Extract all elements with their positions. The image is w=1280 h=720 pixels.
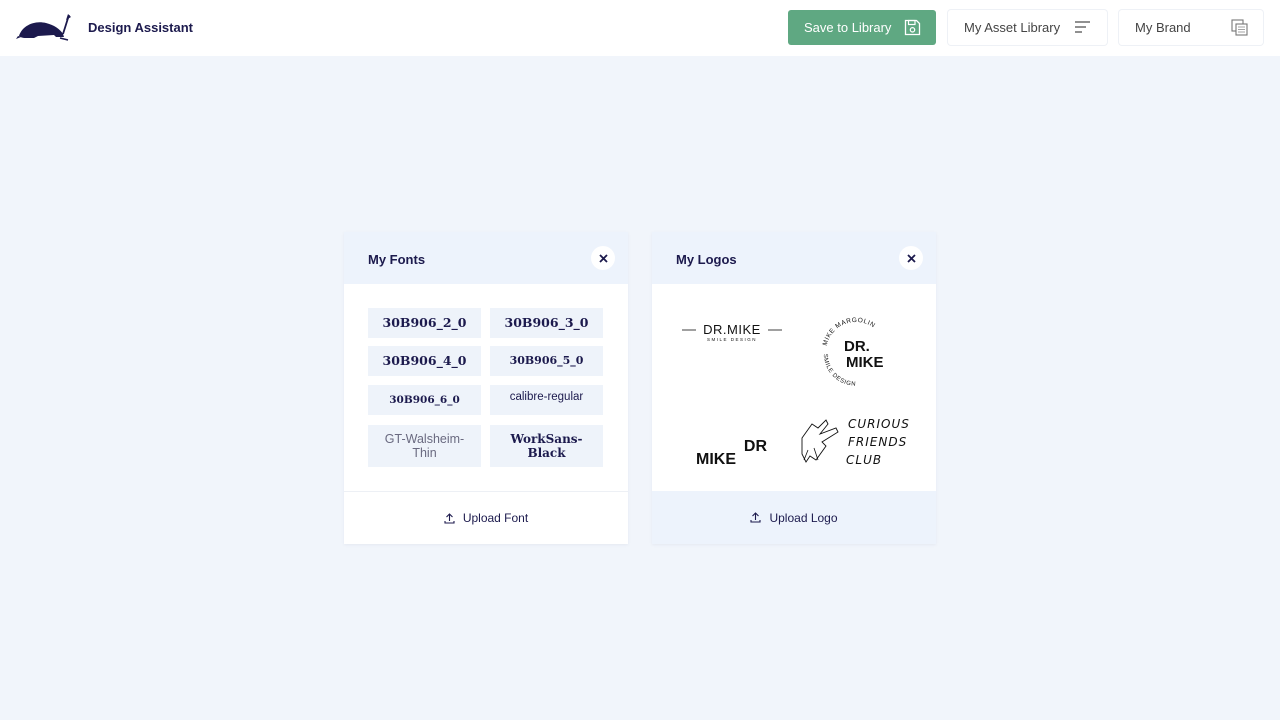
my-brand-label: My Brand — [1135, 20, 1191, 35]
font-item[interactable]: 30B906_3_0 — [490, 308, 603, 338]
svg-text:CURIOUS: CURIOUS — [848, 417, 910, 431]
upload-font-label: Upload Font — [462, 511, 529, 525]
my-asset-library-button[interactable]: My Asset Library — [948, 10, 1107, 45]
close-fonts-button[interactable] — [591, 246, 615, 270]
logo-dr-mike-circle[interactable]: MIKE MARGOLIN SMILE DESIGN DR. MIKE — [796, 312, 916, 392]
my-logos-header: My Logos — [652, 232, 936, 284]
upload-font-button[interactable]: Upload Font — [344, 491, 628, 544]
font-item[interactable]: 30B906_2_0 — [368, 308, 481, 338]
logo-dr-mike-stacked[interactable]: DR MIKE — [672, 410, 792, 490]
svg-text:DR: DR — [744, 438, 768, 455]
save-to-library-label: Save to Library — [804, 20, 892, 35]
filter-lines-icon — [1075, 21, 1090, 33]
upload-logo-button[interactable]: Upload Logo — [652, 491, 936, 544]
font-item[interactable]: WorkSans-Black — [490, 425, 603, 467]
font-item[interactable]: 30B906_5_0 — [490, 346, 603, 376]
upload-icon — [444, 512, 455, 524]
close-logos-button[interactable] — [899, 246, 923, 270]
floppy-disk-icon — [904, 19, 921, 36]
font-item[interactable]: 30B906_6_0 — [368, 385, 481, 415]
save-to-library-button[interactable]: Save to Library — [788, 10, 936, 45]
logo-curious-friends-club[interactable]: CURIOUS FRIENDS CLUB — [796, 402, 916, 482]
font-item[interactable]: calibre-regular — [490, 385, 603, 415]
upload-icon — [750, 512, 762, 523]
svg-text:FRIENDS: FRIENDS — [848, 435, 907, 449]
close-icon — [598, 253, 608, 263]
app-title: Design Assistant — [88, 20, 193, 35]
top-bar: Design Assistant Save to Library My Asse… — [0, 0, 1280, 56]
armadillo-logo-icon[interactable] — [16, 12, 72, 42]
svg-text:SMILE DESIGN: SMILE DESIGN — [707, 337, 757, 342]
font-item[interactable]: 30B906_4_0 — [368, 346, 481, 376]
my-logos-title: My Logos — [676, 252, 737, 267]
svg-text:DR.: DR. — [844, 338, 870, 355]
svg-text:CLUB: CLUB — [846, 453, 882, 467]
upload-logo-label: Upload Logo — [769, 510, 838, 525]
my-logos-panel: My Logos DR.MIKE SMILE DESIGN MIKE MARGO… — [652, 232, 936, 544]
my-fonts-panel: My Fonts 30B906_2_0 30B906_3_0 30B906_4_… — [344, 232, 628, 544]
logo-dr-mike-smile-design[interactable]: DR.MIKE SMILE DESIGN — [672, 304, 792, 384]
my-fonts-header: My Fonts — [344, 232, 628, 284]
svg-text:DR.MIKE: DR.MIKE — [703, 322, 761, 337]
close-icon — [906, 253, 916, 263]
svg-text:MIKE: MIKE — [846, 354, 884, 371]
my-fonts-title: My Fonts — [368, 252, 426, 267]
svg-text:MIKE: MIKE — [696, 451, 736, 468]
font-item[interactable]: GT-Walsheim-Thin — [368, 425, 481, 467]
copy-pages-icon — [1231, 19, 1248, 36]
my-brand-button[interactable]: My Brand — [1119, 10, 1263, 45]
my-asset-library-label: My Asset Library — [964, 20, 1061, 35]
